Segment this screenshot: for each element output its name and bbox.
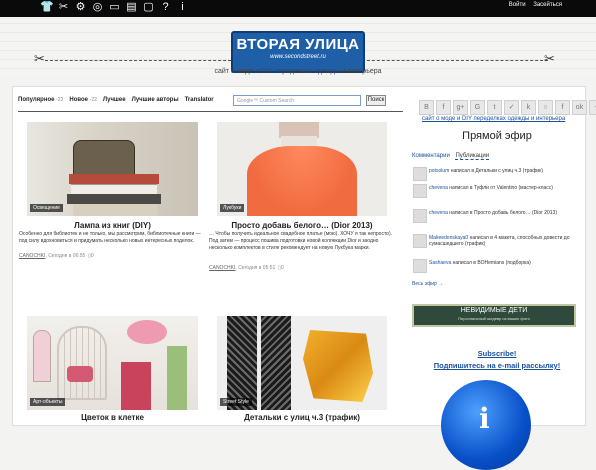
facebook-icon[interactable]: f — [436, 100, 451, 115]
list-item: chevena написал в Просто добавь белого… … — [413, 209, 583, 223]
post-excerpt: … Чтобы получить идеальное свадебное пла… — [209, 231, 393, 251]
scissors-icon: ✂ — [34, 51, 45, 66]
avatar[interactable] — [413, 209, 427, 223]
top-bar: 👕 ✂ ⚙ ◎ ▭ ▤ ▢ ? i Войти Засейться — [0, 0, 596, 17]
post-image-street-style[interactable]: Street Style — [217, 316, 387, 410]
social-icons: B f g+ G t ✓ k ○ f ok ~ — [419, 100, 596, 115]
ad-title: НЕВИДИМЫЕ ДЕТИ — [460, 307, 528, 314]
post-meta: CANOCHKI, Сегодня в 06:55 ▯0 — [19, 253, 94, 259]
list-item: Sashaeva написал в BOHemians (подборка) — [413, 259, 583, 273]
twitter-icon[interactable]: t — [487, 100, 502, 115]
search-button[interactable]: Поиск — [366, 95, 386, 106]
list-item: potsolum написал в Детальки с улиц ч.3 (… — [413, 167, 583, 181]
post-title[interactable]: Просто добавь белого… (Dior 2013) — [217, 221, 387, 230]
google-icon[interactable]: G — [470, 100, 485, 115]
nav-translator[interactable]: Translator — [185, 97, 214, 103]
post-comment-count[interactable]: 0 — [281, 265, 284, 271]
f-icon[interactable]: f — [555, 100, 570, 115]
nav-best[interactable]: Лучшее — [103, 97, 126, 103]
site-logo[interactable]: ВТОРАЯ УЛИЦА www.secondstreet.ru — [231, 31, 365, 73]
post-meta: CANOCHKI, Сегодня в 05:51 ▯0 — [209, 265, 284, 271]
post-comment-count[interactable]: 0 — [91, 253, 94, 259]
main-nav: Популярное -22 Новое -22 Лучшее Лучшие а… — [18, 97, 214, 103]
ad-banner[interactable]: НЕВИДИМЫЕ ДЕТИ Персональный шедевр из ва… — [412, 304, 576, 327]
stitch-line-left — [45, 60, 231, 61]
post-image-birdcage[interactable]: Арт-объекты — [27, 316, 198, 410]
live-tabs: Комментарии Публикации — [412, 153, 490, 160]
list-item: chevena написал в Туфли от Valentino (ма… — [413, 184, 583, 198]
post-tag[interactable]: Арт-объекты — [30, 398, 66, 406]
list-item: Makeedonskaya0 написал в 4 макета, спосо… — [413, 234, 583, 248]
shirt-icon[interactable]: 👕 — [40, 1, 54, 14]
logo-site: www.secondstreet.ru — [270, 54, 326, 60]
register-link[interactable]: Засейться — [533, 2, 562, 8]
post-tag[interactable]: Освещение — [30, 204, 63, 212]
stitch-line-right — [362, 60, 548, 61]
comment-user[interactable]: chevena — [429, 185, 448, 191]
avatar[interactable] — [413, 259, 427, 273]
comment-text[interactable]: написал в Детальки с улиц ч.3 (трафик) — [451, 168, 543, 174]
post-date: Сегодня в 05:51 — [238, 265, 276, 271]
avatar[interactable] — [413, 234, 427, 248]
auth-links: Войти Засейться — [503, 2, 562, 8]
blogger-icon[interactable]: B — [419, 100, 434, 115]
live-title: Прямой эфир — [462, 130, 532, 142]
vk-icon[interactable]: ✓ — [504, 100, 519, 115]
sewing-machine-2-icon[interactable]: ▤ — [125, 1, 138, 14]
post-author[interactable]: CANOCHKI — [19, 253, 45, 259]
post-author[interactable]: CANOCHKI — [209, 265, 235, 271]
google-plus-icon[interactable]: g+ — [453, 100, 468, 115]
globe-icon[interactable]: ◎ — [91, 1, 104, 14]
k-icon[interactable]: k — [521, 100, 536, 115]
avatar[interactable] — [413, 167, 427, 181]
tab-comments[interactable]: Комментарии — [412, 153, 450, 159]
email-subscribe-link[interactable]: Подпишитесь на e-mail рассылку! — [412, 361, 582, 370]
nav-divider — [18, 111, 403, 112]
post-title[interactable]: Детальки с улиц ч.3 (трафик) — [217, 413, 387, 422]
tab-posts[interactable]: Публикации — [455, 153, 490, 160]
scissors-icon[interactable]: ✂ — [57, 1, 70, 14]
comment-user[interactable]: potsolum — [429, 168, 449, 174]
info-icon[interactable]: i — [176, 1, 189, 14]
info-ball-icon[interactable]: i — [441, 380, 531, 470]
post-title[interactable]: Цветок в клетке — [27, 413, 198, 422]
sewing-machine-icon[interactable]: ⚙ — [74, 1, 87, 14]
post-date: Сегодня в 06:55 — [48, 253, 86, 259]
all-comments-link[interactable]: Весь эфир → — [412, 281, 443, 287]
top-icons: 👕 ✂ ⚙ ◎ ▭ ▤ ▢ ? i — [40, 1, 189, 14]
post-tag[interactable]: Лукбуки — [220, 204, 245, 212]
question-icon[interactable]: ? — [159, 1, 172, 14]
post-tag[interactable]: Street Style — [220, 398, 252, 406]
post-image-dior[interactable]: Лукбуки — [217, 122, 387, 216]
circle-icon[interactable]: ○ — [538, 100, 553, 115]
subscribe-link[interactable]: Subscribe! — [412, 349, 582, 358]
iron-icon[interactable]: ▭ — [108, 1, 121, 14]
avatar[interactable] — [413, 184, 427, 198]
post-excerpt: Особенно для библиотек и не только, мы р… — [19, 231, 201, 244]
post-title[interactable]: Лампа из книг (DIY) — [27, 221, 198, 230]
speech-bubble-icon[interactable]: ▢ — [142, 1, 155, 14]
scissors-icon: ✂ — [544, 51, 555, 66]
nav-best-authors[interactable]: Лучшие авторы — [132, 97, 179, 103]
rss-icon[interactable]: ~ — [589, 100, 596, 115]
search-input[interactable]: Google™ Custom Search — [233, 95, 361, 106]
comment-text[interactable]: написал в Туфли от Valentino (мастер-кла… — [449, 185, 553, 191]
nav-popular[interactable]: Популярное -22 — [18, 97, 63, 103]
ad-subtitle: Персональный шедевр из ваших фото — [458, 316, 530, 321]
ok-icon[interactable]: ok — [572, 100, 587, 115]
comment-text[interactable]: написал в BOHemians (подборка) — [453, 260, 531, 266]
comment-text[interactable]: написал в Просто добавь белого… (Dior 20… — [449, 210, 557, 216]
post-image-books-lamp[interactable]: Освещение — [27, 122, 198, 216]
comment-user[interactable]: Sashaeva — [429, 260, 451, 266]
comment-user[interactable]: chevena — [429, 210, 448, 216]
nav-new[interactable]: Новое -22 — [69, 97, 97, 103]
login-link[interactable]: Войти — [509, 2, 526, 8]
tagline: сайт о моде и DIY переделках одежды и ин… — [214, 68, 382, 75]
site-link[interactable]: сайт о моде и DIY переделках одежды и ин… — [422, 116, 565, 122]
logo-title: ВТОРАЯ УЛИЦА — [236, 36, 360, 53]
